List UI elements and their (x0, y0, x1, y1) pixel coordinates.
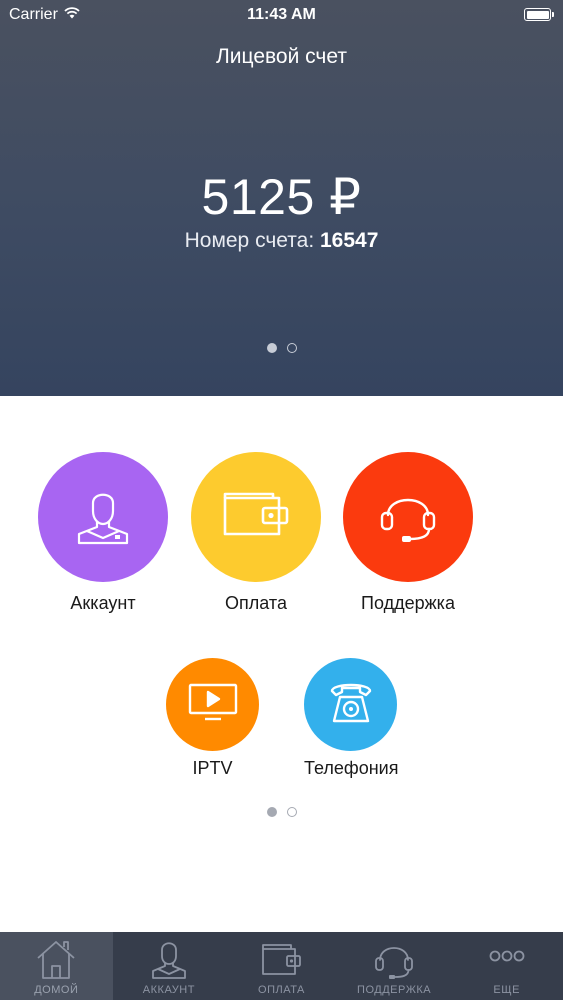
status-bar: Carrier 11:43 AM (0, 0, 563, 32)
user-icon (71, 483, 135, 552)
account-number-value: 16547 (320, 229, 379, 252)
tile-label-account: Аккаунт (70, 593, 136, 613)
more-icon (450, 938, 563, 980)
tab-label-home: ДОМОЙ (34, 984, 79, 996)
tile-support[interactable]: Поддержка (343, 452, 473, 614)
page-dot[interactable] (286, 807, 297, 817)
account-circle[interactable] (38, 452, 168, 582)
tile-label-payment: Оплата (225, 593, 287, 613)
tile-label-iptv: IPTV (192, 758, 233, 778)
tv-icon (187, 682, 239, 727)
page-dot[interactable] (286, 343, 297, 353)
page-title: Лицевой счет (216, 45, 347, 68)
tile-account[interactable]: Аккаунт (38, 452, 168, 614)
account-number-label: Номер счета: (184, 229, 315, 252)
balance-amount: 5125 ₽ (201, 169, 362, 225)
page-dot-active[interactable] (266, 343, 277, 353)
home-icon (0, 938, 113, 980)
tile-label-telephony: Телефония (304, 758, 399, 778)
wallet-icon (221, 490, 291, 545)
account-header: Лицевой счет 5125 ₽ Номер счета: 16547 (0, 0, 563, 396)
telephony-circle[interactable] (304, 658, 397, 751)
tab-label-account: АККАУНТ (142, 984, 195, 996)
tab-support[interactable]: ПОДДЕРЖКА (338, 932, 451, 1000)
telephone-icon (326, 677, 376, 732)
headset-icon (338, 938, 451, 980)
status-time: 11:43 AM (247, 6, 316, 23)
tab-label-more: ЕЩЕ (493, 984, 520, 996)
tile-payment[interactable]: Оплата (191, 452, 321, 614)
headset-icon (376, 483, 440, 552)
tab-payment[interactable]: ОПЛАТА (225, 932, 338, 1000)
tab-label-support: ПОДДЕРЖКА (357, 984, 432, 996)
battery-icon (524, 8, 554, 21)
tile-telephony[interactable]: Телефония (304, 658, 399, 779)
account-number-line: Номер счета: 16547 (0, 229, 563, 253)
tab-home[interactable]: ДОМОЙ (0, 932, 113, 1000)
support-circle[interactable] (343, 452, 473, 582)
wallet-icon (225, 938, 338, 980)
header-page-indicator[interactable] (0, 343, 563, 353)
tab-bar: ДОМОЙ АККАУНТ ОПЛАТА ПОДДЕРЖКА ЕЩЕ (0, 932, 563, 1000)
tiles-page-indicator[interactable] (0, 807, 563, 817)
tab-label-payment: ОПЛАТА (258, 984, 305, 996)
iptv-circle[interactable] (166, 658, 259, 751)
tab-more[interactable]: ЕЩЕ (450, 932, 563, 1000)
tile-label-support: Поддержка (361, 593, 455, 613)
user-icon (113, 938, 226, 980)
tile-iptv[interactable]: IPTV (166, 658, 259, 779)
page-dot-active[interactable] (266, 807, 277, 817)
payment-circle[interactable] (191, 452, 321, 582)
tab-account[interactable]: АККАУНТ (113, 932, 226, 1000)
